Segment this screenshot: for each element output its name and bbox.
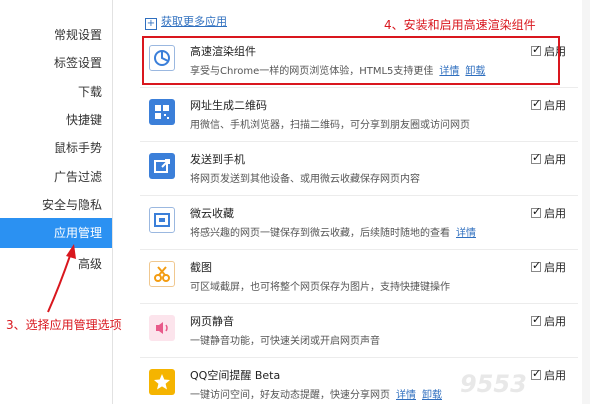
app-row-screenshot: 截图 可区域截屏，也可将整个网页保存为图片，支持快捷键操作 启用 [140,250,578,304]
sidebar-item-general[interactable]: 常规设置 [54,26,102,43]
app-list: 高速渲染组件 享受与Chrome一样的网页浏览体验，HTML5支持更佳 详情 卸载 … [140,34,578,404]
sidebar-item-security[interactable]: 安全与隐私 [42,196,102,213]
plus-icon: + [145,18,157,30]
sidebar-item-tabs[interactable]: 标签设置 [54,54,102,71]
star-icon [149,369,175,395]
enable-checkbox[interactable]: 启用 [531,205,566,221]
app-desc: 将感兴趣的网页一键保存到微云收藏，后续随时随地的查看 详情 [190,228,476,239]
weiyun-icon [149,207,175,233]
checkbox-icon [531,259,541,272]
checkbox-icon [531,151,541,164]
app-row-send-phone: 发送到手机 将网页发送到其他设备、或用微云收藏保存网页内容 启用 [140,142,578,196]
qrcode-icon [149,99,175,125]
scrollbar[interactable] [582,0,590,404]
uninstall-link[interactable]: 卸载 [422,390,442,401]
sidebar-item-shortcuts[interactable]: 快捷键 [66,111,102,128]
app-name: 截图 [190,261,212,274]
app-desc: 一键静音功能，可快速关闭或开启网页声音 [190,336,380,347]
enable-checkbox[interactable]: 启用 [531,367,566,383]
checkbox-icon [531,313,541,326]
app-name: 微云收藏 [190,207,234,220]
sidebar-item-download[interactable]: 下载 [78,83,102,100]
sidebar-item-adblock[interactable]: 广告过滤 [54,168,102,185]
annotation-step-3: 3、选择应用管理选项 [6,318,122,332]
watermark-logo: 9553 [460,370,527,398]
app-desc: 将网页发送到其他设备、或用微云收藏保存网页内容 [190,174,420,185]
app-row-weiyun: 微云收藏 将感兴趣的网页一键保存到微云收藏，后续随时随地的查看详情 启用 [140,196,578,250]
mute-icon [149,315,175,341]
checkbox-icon [531,97,541,110]
get-more-apps-link[interactable]: + 获取更多应用 [145,13,227,30]
checkbox-icon [531,367,541,380]
app-name: 网址生成二维码 [190,99,267,112]
app-desc: 可区域截屏，也可将整个网页保存为图片，支持快捷键操作 [190,282,450,293]
sidebar-item-gestures[interactable]: 鼠标手势 [54,139,102,156]
enable-checkbox[interactable]: 启用 [531,313,566,329]
app-row-qrcode: 网址生成二维码 用微信、手机浏览器，扫描二维码，可分享到朋友圈或访问网页 启用 [140,88,578,142]
app-name: QQ空间提醒 Beta [190,369,281,382]
detail-link[interactable]: 详情 [456,228,476,239]
enable-checkbox[interactable]: 启用 [531,151,566,167]
highlight-box [142,36,560,85]
app-name: 网页静音 [190,315,234,328]
app-desc: 一键访问空间，好友动态提醒，快速分享网页 详情 卸载 [190,390,442,401]
app-row-mute: 网页静音 一键静音功能，可快速关闭或开启网页声音 启用 [140,304,578,358]
annotation-step-4: 4、安装和启用高速渲染组件 [384,18,536,32]
app-name: 发送到手机 [190,153,245,166]
sidebar-item-advanced[interactable]: 高级 [78,255,102,272]
enable-checkbox[interactable]: 启用 [531,97,566,113]
app-desc: 用微信、手机浏览器，扫描二维码，可分享到朋友圈或访问网页 [190,120,470,131]
detail-link[interactable]: 详情 [396,390,416,401]
sidebar-item-apps[interactable]: 应用管理 [0,218,112,248]
enable-checkbox[interactable]: 启用 [531,259,566,275]
get-more-label: 获取更多应用 [161,15,227,28]
settings-sidebar: 常规设置 标签设置 下载 快捷键 鼠标手势 广告过滤 安全与隐私 应用管理 高级 [0,0,113,404]
share-phone-icon [149,153,175,179]
checkbox-icon [531,205,541,218]
scissors-icon [149,261,175,287]
